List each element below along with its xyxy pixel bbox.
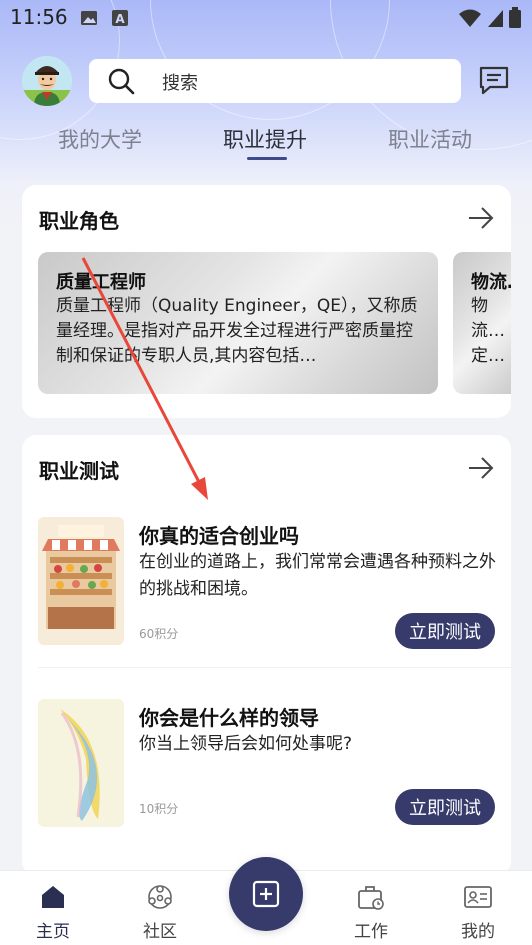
- divider: [38, 667, 511, 668]
- avatar-illustration: [22, 56, 72, 106]
- test-description: 在创业的道路上，我们常常会遭遇各种预料之外的挑战和困境。: [139, 552, 496, 599]
- test-title: 你真的适合创业吗: [139, 524, 299, 548]
- battery-icon: [509, 7, 521, 28]
- arrow-right-icon[interactable]: [467, 205, 495, 231]
- nav-label: 社区: [143, 922, 177, 942]
- role-name: 质量工程师: [56, 272, 146, 293]
- profile-card-icon: [464, 886, 492, 908]
- test-thumbnail-banana: [38, 699, 124, 827]
- tab-active-indicator: [247, 157, 287, 160]
- app-a-icon: A: [112, 10, 128, 26]
- message-icon[interactable]: [478, 65, 510, 95]
- avatar[interactable]: [22, 56, 72, 106]
- test-item-entrepreneurship[interactable]: 你真的适合创业吗 在创业的道路上，我们常常会遭遇各种预料之外的挑战和困境。 60…: [22, 505, 511, 665]
- search-icon: [108, 68, 135, 95]
- tab-my-university[interactable]: 我的大学: [58, 124, 142, 154]
- role-card-quality-engineer[interactable]: 质量工程师 质量工程师（Quality Engineer，QE），又称质量经理。…: [38, 252, 438, 394]
- gallery-icon: [81, 11, 97, 25]
- nav-work[interactable]: 工作: [331, 871, 411, 945]
- role-description: 质量工程师（Quality Engineer，QE），又称质量经理。是指对产品开…: [56, 296, 418, 366]
- search-input[interactable]: 搜索: [162, 69, 198, 95]
- status-time: 11:56: [10, 5, 68, 29]
- signal-icon: [488, 10, 503, 27]
- wifi-icon: [459, 9, 481, 27]
- nav-community[interactable]: 社区: [120, 871, 200, 945]
- tab-career-activities[interactable]: 职业活动: [388, 124, 472, 154]
- home-icon: [42, 886, 64, 908]
- career-tests-title: 职业测试: [39, 459, 119, 483]
- nav-label: 工作: [354, 922, 388, 942]
- career-roles-card: 职业角色 质量工程师 质量工程师（Quality Engineer，QE），又称…: [22, 185, 511, 418]
- test-points: 10积分: [139, 802, 179, 816]
- start-test-button[interactable]: 立即测试: [395, 789, 495, 825]
- test-title: 你会是什么样的领导: [139, 706, 319, 730]
- tab-career-improvement[interactable]: 职业提升: [223, 124, 307, 154]
- add-icon: [252, 880, 280, 908]
- test-points: 60积分: [139, 627, 179, 641]
- role-description: 物流…定物…心规…: [471, 296, 505, 366]
- role-name: 物流…: [471, 272, 511, 293]
- test-thumbnail-shop: [38, 517, 124, 645]
- search-box[interactable]: 搜索: [89, 59, 461, 103]
- nav-home[interactable]: 主页: [13, 871, 93, 945]
- nav-label: 主页: [36, 922, 70, 942]
- test-description: 你当上领导后会如何处事呢?: [139, 734, 353, 754]
- career-roles-title: 职业角色: [39, 209, 119, 233]
- arrow-right-icon[interactable]: [467, 455, 495, 481]
- career-tests-card: 职业测试 你真的适合创业吗 在创业的道路上，我们常常会遭遇各种预料之外的挑战和困…: [22, 435, 511, 875]
- work-icon: [358, 886, 384, 910]
- svg-text:A: A: [115, 12, 125, 26]
- nav-label: 我的: [461, 922, 495, 942]
- add-button[interactable]: [229, 857, 303, 931]
- start-test-button[interactable]: 立即测试: [395, 613, 495, 649]
- role-card-logistics[interactable]: 物流… 物流…定物…心规…: [453, 252, 511, 394]
- status-bar: 11:56 A: [0, 0, 532, 36]
- community-icon: [148, 885, 172, 909]
- nav-mine[interactable]: 我的: [438, 871, 518, 945]
- test-item-leadership[interactable]: 你会是什么样的领导 你当上领导后会如何处事呢? 10积分 立即测试: [22, 687, 511, 847]
